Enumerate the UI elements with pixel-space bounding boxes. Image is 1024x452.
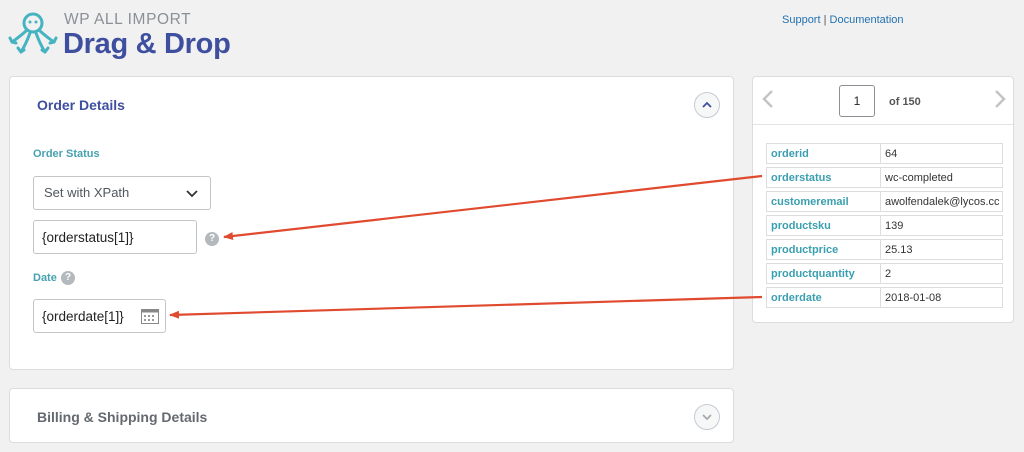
xml-key[interactable]: productprice: [766, 239, 881, 260]
table-row: productquantity 2: [766, 263, 1003, 284]
xml-value[interactable]: 2018-01-08: [881, 287, 1003, 308]
support-link[interactable]: Support: [782, 14, 821, 26]
xml-value[interactable]: wc-completed: [881, 167, 1003, 188]
collapse-order-details-button[interactable]: [694, 92, 720, 118]
calendar-icon[interactable]: [141, 308, 159, 324]
table-row: orderid 64: [766, 143, 1003, 164]
xml-value[interactable]: 2: [881, 263, 1003, 284]
xml-key[interactable]: orderid: [766, 143, 881, 164]
order-status-xpath-input[interactable]: {orderstatus[1]}: [33, 220, 197, 254]
xml-record-table: orderid 64 orderstatus wc-completed custom…: [766, 140, 1003, 311]
table-row: customeremail awolfendalek@lycos.cc: [766, 191, 1003, 212]
octopus-logo-icon: [8, 12, 58, 54]
xml-value[interactable]: 139: [881, 215, 1003, 236]
order-status-help-icon[interactable]: ?: [205, 232, 219, 246]
table-row: orderstatus wc-completed: [766, 167, 1003, 188]
xml-value[interactable]: 25.13: [881, 239, 1003, 260]
date-label: Date: [33, 272, 57, 284]
link-separator: |: [823, 14, 827, 26]
xml-key[interactable]: productsku: [766, 215, 881, 236]
brand-small-title: WP ALL IMPORT: [64, 11, 192, 28]
xml-key[interactable]: customeremail: [766, 191, 881, 212]
table-row: productprice 25.13: [766, 239, 1003, 260]
brand-big-title: Drag & Drop: [63, 28, 231, 60]
order-date-input[interactable]: {orderdate[1]}: [33, 299, 166, 333]
record-pager: 1 of 150: [753, 77, 1013, 125]
order-status-select[interactable]: Set with XPath: [33, 176, 211, 210]
chevron-right-icon[interactable]: [993, 89, 1007, 109]
order-date-value: {orderdate[1]}: [42, 309, 124, 324]
order-details-title[interactable]: Order Details: [37, 97, 125, 113]
billing-shipping-panel: Billing & Shipping Details: [9, 388, 734, 443]
page-number-input[interactable]: 1: [839, 85, 875, 117]
billing-shipping-title[interactable]: Billing & Shipping Details: [37, 409, 207, 425]
order-details-panel: Order Details Order Status Set with XPat…: [9, 76, 734, 370]
xml-key[interactable]: orderstatus: [766, 167, 881, 188]
chevron-up-icon: [702, 101, 712, 108]
date-help-icon[interactable]: ?: [61, 271, 75, 285]
xml-value[interactable]: 64: [881, 143, 1003, 164]
page-count-label: of 150: [889, 96, 921, 108]
xml-key[interactable]: productquantity: [766, 263, 881, 284]
expand-billing-shipping-button[interactable]: [694, 404, 720, 430]
xml-value[interactable]: awolfendalek@lycos.cc: [881, 191, 1003, 212]
order-status-select-value: Set with XPath: [44, 185, 130, 200]
table-row: productsku 139: [766, 215, 1003, 236]
chevron-down-icon: [702, 414, 712, 421]
record-preview-panel: 1 of 150 orderid 64 orderstatus wc-complet…: [752, 76, 1014, 323]
table-row: orderdate 2018-01-08: [766, 287, 1003, 308]
documentation-link[interactable]: Documentation: [830, 14, 904, 26]
order-status-label: Order Status: [33, 148, 100, 160]
chevron-down-icon: [186, 190, 198, 198]
chevron-left-icon[interactable]: [761, 89, 775, 109]
top-links: Support | Documentation: [782, 14, 904, 26]
xml-key[interactable]: orderdate: [766, 287, 881, 308]
